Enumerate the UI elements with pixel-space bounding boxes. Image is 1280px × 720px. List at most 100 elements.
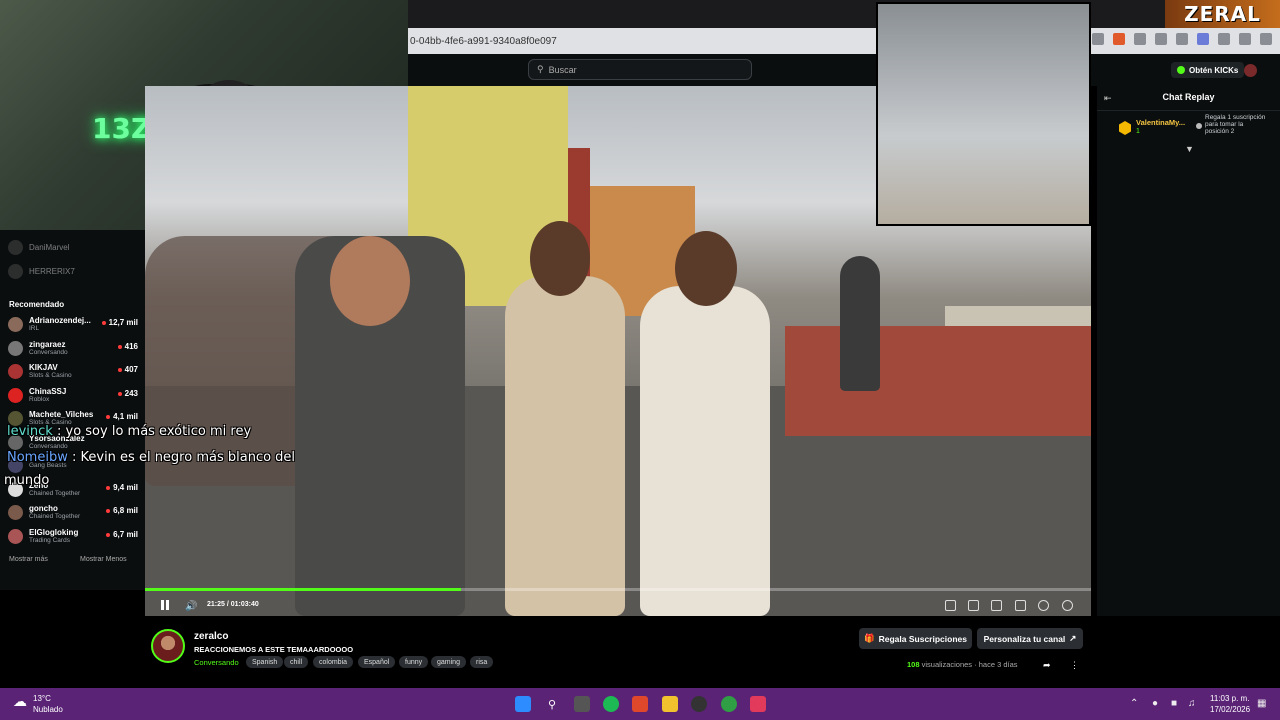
get-kicks-button[interactable]: Obtén KICKs xyxy=(1171,62,1245,78)
chevron-up-icon[interactable]: ⌃ xyxy=(1130,698,1138,709)
avatar xyxy=(8,340,23,356)
tag[interactable]: risa xyxy=(470,656,494,668)
weather-temp[interactable]: 13°C xyxy=(33,694,51,703)
volume-icon[interactable]: ♫ xyxy=(1188,698,1196,709)
view-stats: 108 visualizaciones · hace 3 días xyxy=(907,660,1018,669)
brave-icon[interactable] xyxy=(632,696,648,712)
xbox-icon[interactable] xyxy=(721,696,737,712)
gifter-username[interactable]: ValentinaMy... xyxy=(1136,118,1185,127)
spotify-icon[interactable] xyxy=(603,696,619,712)
recommended-item[interactable]: Adrianozendej... IRL 12,7 mil xyxy=(8,316,138,332)
weather-icon[interactable]: ☁ xyxy=(13,693,27,710)
search-input[interactable]: ⚲ Buscar xyxy=(528,59,752,80)
customize-channel-button[interactable]: Personaliza tu canal ↗ xyxy=(977,628,1083,649)
following-item[interactable]: DaniMarvel xyxy=(8,240,138,255)
info-icon[interactable] xyxy=(1196,123,1202,129)
pause-button[interactable] xyxy=(161,600,171,611)
show-less-link[interactable]: Mostrar Menos xyxy=(80,556,127,563)
tag[interactable]: chill xyxy=(284,656,309,668)
tag[interactable]: Spanish xyxy=(246,656,284,668)
channel-category: Chained Together xyxy=(29,490,81,497)
extension-icon[interactable] xyxy=(1155,33,1167,45)
network-icon[interactable]: ■ xyxy=(1171,698,1177,709)
following-name: HERRERIX7 xyxy=(29,267,75,276)
clock-date[interactable]: 17/02/2026 xyxy=(1210,705,1250,714)
tag[interactable]: gaming xyxy=(431,656,466,668)
brick-wall xyxy=(785,326,1091,436)
search-icon: ⚲ xyxy=(537,64,544,74)
extension-icon[interactable] xyxy=(1092,33,1104,45)
recommended-item[interactable]: ElGlogloking Trading Cards 6,7 mil xyxy=(8,528,138,544)
gift-icon: 🎁 xyxy=(864,633,875,643)
extension-icon[interactable] xyxy=(1134,33,1146,45)
chat-username: Nomeibw xyxy=(7,450,68,465)
show-more-link[interactable]: Mostrar más xyxy=(9,556,48,563)
channel-category: Conversando xyxy=(29,349,68,356)
search-icon[interactable]: ⚲ xyxy=(544,696,560,712)
viewer-count: 243 xyxy=(118,389,138,398)
channel-name: ChinaSSJ xyxy=(29,387,67,396)
weather-desc[interactable]: Nublado xyxy=(33,705,63,714)
fullscreen-icon[interactable] xyxy=(1015,600,1026,611)
recommended-item[interactable]: zingaraez Conversando 416 xyxy=(8,340,138,356)
recommended-item[interactable]: KIKJAV Slots & Casino 407 xyxy=(8,363,138,379)
search-placeholder: Buscar xyxy=(548,64,577,75)
channel-banner: ZERAL xyxy=(1165,0,1280,28)
kicks-icon xyxy=(1177,66,1185,74)
file-explorer-icon[interactable] xyxy=(662,696,678,712)
obs-icon[interactable] xyxy=(691,696,707,712)
tiktok-icon[interactable] xyxy=(750,696,766,712)
views-count: 108 xyxy=(907,660,920,669)
person-right-head xyxy=(675,231,737,306)
notification-icon[interactable]: ▦ xyxy=(1257,698,1266,709)
gift-count: 1 xyxy=(1136,128,1140,135)
extension-icon[interactable] xyxy=(1197,33,1209,45)
extension-icon[interactable] xyxy=(1113,33,1125,45)
microphone-icon[interactable]: ● xyxy=(1152,698,1158,709)
clip-icon[interactable] xyxy=(945,600,956,611)
chat-panel xyxy=(1097,86,1280,616)
recommended-item[interactable]: goncho Chained Together 6,8 mil xyxy=(8,504,138,520)
extension-icon[interactable] xyxy=(1218,33,1230,45)
stream-category[interactable]: Conversando xyxy=(194,658,239,667)
tag[interactable]: colombia xyxy=(313,656,354,668)
chat-title: Chat Replay xyxy=(1162,92,1215,102)
following-item[interactable]: HERRERIX7 xyxy=(8,264,138,279)
channel-name: KIKJAV xyxy=(29,363,58,372)
pip-icon[interactable] xyxy=(991,600,1002,611)
channel-category: Roblox xyxy=(29,396,50,403)
viewer-count: 4,1 mil xyxy=(106,412,138,421)
speed-icon[interactable] xyxy=(1038,600,1049,611)
tag[interactable]: funny xyxy=(399,656,429,668)
chat-username: levinck xyxy=(7,424,53,439)
volume-icon[interactable]: 🔊 xyxy=(185,601,197,612)
person-right xyxy=(640,286,770,616)
viewer-count: 416 xyxy=(118,342,138,351)
task-view-icon[interactable] xyxy=(574,696,590,712)
extension-icon[interactable] xyxy=(1176,33,1188,45)
pinned-messages-icon[interactable]: ▼ xyxy=(1185,144,1194,154)
pause-icon xyxy=(166,600,169,610)
overlay-chat-line: Nomeibw : Kevin es el negro más blanco d… xyxy=(7,450,295,465)
tag[interactable]: Español xyxy=(358,656,396,668)
recommended-item[interactable]: ChinaSSJ Roblox 243 xyxy=(8,387,138,403)
streamer-avatar[interactable] xyxy=(151,629,185,663)
share-icon[interactable]: ➦ xyxy=(1043,660,1051,671)
stream-title: REACCIONEMOS A ESTE TEMAAARDOOOO xyxy=(194,645,354,654)
clock-time[interactable]: 11:03 p. m. xyxy=(1210,694,1249,703)
bystander xyxy=(840,256,880,391)
viewer-count: 407 xyxy=(118,365,138,374)
start-icon[interactable] xyxy=(515,696,531,712)
chat-message: : Kevin es el negro más blanco del xyxy=(71,450,296,465)
user-avatar[interactable] xyxy=(1244,64,1257,77)
more-options-icon[interactable]: ⋮ xyxy=(1070,660,1079,671)
streamer-name[interactable]: zeralco xyxy=(194,631,228,642)
theater-icon[interactable] xyxy=(968,600,979,611)
extension-icon[interactable] xyxy=(1239,33,1251,45)
settings-gear-icon[interactable] xyxy=(1062,600,1073,611)
avatar xyxy=(8,316,23,332)
address-bar[interactable]: 0-04bb-4fe6-a991-9340a8f0e097 xyxy=(408,28,1280,54)
channel-category: Conversando xyxy=(29,443,68,450)
extension-icon[interactable] xyxy=(1260,33,1272,45)
gift-subs-button[interactable]: 🎁 Regala Suscripciones xyxy=(859,628,972,649)
